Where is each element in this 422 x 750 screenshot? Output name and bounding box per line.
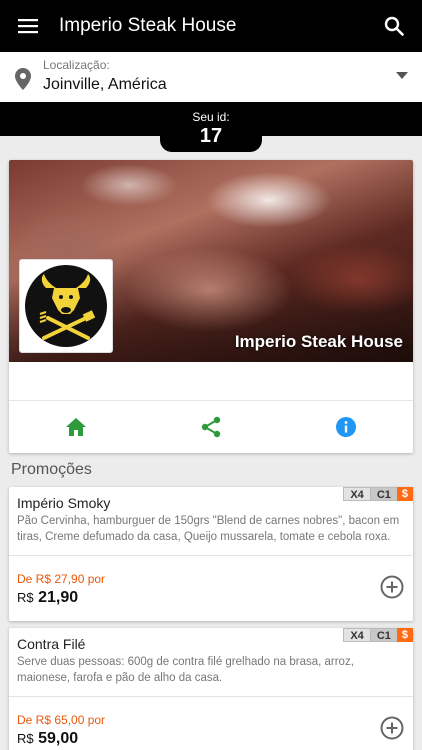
info-icon: [335, 417, 356, 437]
app-bar: Imperio Steak House: [0, 0, 422, 52]
store-card: Imperio Steak House: [9, 160, 413, 453]
promo-price-value: 59,00: [38, 730, 79, 747]
menu-button[interactable]: [0, 0, 56, 52]
promo-description: Pão Cervinha, hamburguer de 150grs "Blen…: [17, 515, 400, 543]
menu-icon: [18, 19, 38, 34]
location-pin-icon: [15, 68, 31, 90]
promo-description: Serve duas pessoas: 600g de contra filé …: [17, 656, 354, 684]
promo-badges: X4 C1 $: [343, 487, 413, 501]
badge-x4: X4: [343, 628, 371, 642]
badge-c1: C1: [370, 628, 397, 642]
home-button[interactable]: [9, 401, 144, 453]
promo-card[interactable]: X4 C1 $ Contra Filé Serve duas pessoas: …: [9, 628, 413, 750]
search-icon: [384, 16, 404, 36]
user-id-value: 17: [199, 125, 223, 147]
promo-old-price: De R$ 65,00 por: [17, 713, 106, 727]
store-name: Imperio Steak House: [234, 332, 403, 351]
currency-label: R$: [17, 731, 34, 746]
currency-label: R$: [17, 590, 34, 605]
location-label: Localização:: [43, 58, 110, 72]
promo-price: R$ 21,90: [17, 589, 78, 607]
location-value: Joinville, América: [43, 76, 167, 93]
promo-card[interactable]: X4 C1 $ Império Smoky Pão Cervinha, hamb…: [9, 487, 413, 621]
divider: [9, 696, 413, 697]
add-circle-icon[interactable]: [380, 716, 404, 740]
promo-badges: X4 C1 $: [343, 628, 413, 642]
app-title: Imperio Steak House: [59, 15, 237, 36]
add-circle-icon[interactable]: [380, 575, 404, 599]
home-icon: [66, 418, 87, 436]
divider: [9, 555, 413, 556]
user-id-tab: Seu id: 17: [160, 102, 262, 152]
info-button[interactable]: [278, 401, 413, 453]
badge-x4: X4: [343, 487, 371, 501]
share-button[interactable]: [144, 401, 279, 453]
user-id-label: Seu id:: [192, 110, 230, 124]
share-icon: [201, 416, 221, 438]
chevron-down-icon: [396, 72, 408, 79]
promo-price-value: 21,90: [38, 589, 79, 606]
store-action-bar: [9, 400, 413, 453]
promo-name: Império Smoky: [17, 495, 111, 511]
promo-old-price: De R$ 27,90 por: [17, 572, 106, 586]
section-title: Promoções: [11, 461, 92, 478]
search-button[interactable]: [366, 0, 422, 52]
badge-dollar: $: [396, 487, 413, 501]
badge-dollar: $: [396, 628, 413, 642]
store-logo: [19, 259, 113, 353]
badge-c1: C1: [370, 487, 397, 501]
promo-price: R$ 59,00: [17, 730, 78, 748]
bull-logo-icon: [25, 265, 107, 347]
location-selector[interactable]: Localização: Joinville, América: [0, 52, 422, 102]
promo-name: Contra Filé: [17, 636, 86, 652]
